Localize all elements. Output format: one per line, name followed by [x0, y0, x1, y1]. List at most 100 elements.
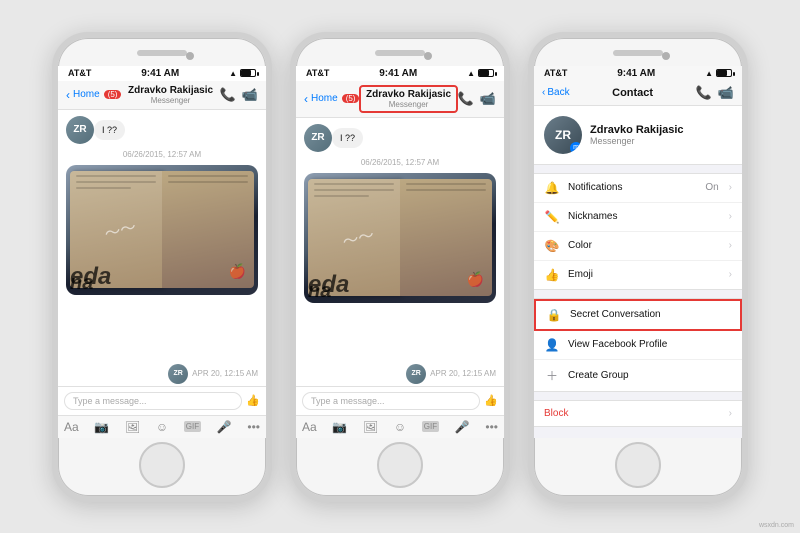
- nav-title-2[interactable]: Zdravko Rakijasic Messenger: [359, 85, 457, 113]
- screen-1: AT&T 9:41 AM ▲ ‹ Home (5) Zdravko Rakija…: [58, 66, 266, 438]
- video-call-icon-3[interactable]: 📹: [718, 85, 734, 101]
- phone-1: AT&T 9:41 AM ▲ ‹ Home (5) Zdravko Rakija…: [52, 32, 272, 502]
- nav-name-1: Zdravko Rakijasic: [128, 85, 213, 96]
- power-button-3[interactable]: [746, 146, 748, 194]
- placeholder-1: Type a message...: [73, 396, 147, 406]
- camera-icon-1[interactable]: 📷: [94, 420, 109, 434]
- nav-actions-2: 📞 📹: [458, 91, 496, 107]
- power-button[interactable]: [270, 146, 272, 194]
- volume-down-button-3[interactable]: [528, 164, 530, 192]
- nav-bar-2: ‹ Home (5) Zdravko Rakijasic Messenger 📞…: [296, 81, 504, 118]
- phone-3: AT&T 9:41 AM ▲ ‹ Back Contact 📞 📹 ZR m: [528, 32, 748, 502]
- chevron-right-icon-4: ›: [729, 269, 732, 280]
- battery-icon-3: [716, 69, 732, 77]
- more-icon-1[interactable]: •••: [247, 420, 260, 434]
- nav-sub-2: Messenger: [389, 100, 429, 109]
- gif-icon-2[interactable]: GIF: [422, 421, 439, 432]
- like-icon-2[interactable]: 👍: [484, 394, 498, 407]
- menu-view-profile[interactable]: 👤 View Facebook Profile: [534, 331, 742, 360]
- back-button-1[interactable]: ‹ Home (5): [66, 88, 121, 102]
- status-bar-3: AT&T 9:41 AM ▲: [534, 66, 742, 81]
- contact-header: ZR m Zdravko Rakijasic Messenger: [534, 106, 742, 165]
- contact-nav: ‹ Back Contact 📞 📹: [534, 81, 742, 106]
- chevron-right-icon-3: ›: [729, 240, 732, 251]
- timestamp-1: 06/26/2015, 12:57 AM: [58, 146, 266, 163]
- lock-icon: 🔒: [546, 308, 562, 322]
- message-input-2[interactable]: Type a message...: [302, 392, 480, 410]
- phone-call-icon-2[interactable]: 📞: [458, 91, 474, 107]
- volume-up-button-3[interactable]: [528, 128, 530, 156]
- chevron-left-icon-2: ‹: [304, 92, 308, 106]
- menu-section-3: Block ›: [534, 400, 742, 427]
- wifi-icon-2: ▲: [467, 69, 475, 78]
- book-right-page: 🍎: [162, 171, 254, 288]
- back-label-3: Back: [547, 87, 569, 98]
- volume-up-button[interactable]: [52, 128, 54, 156]
- avatar-initials-2: ZR: [304, 124, 332, 152]
- avatar-small-2: ZR: [406, 364, 426, 384]
- menu-create-group[interactable]: ＋ Create Group: [534, 360, 742, 391]
- menu-emoji[interactable]: 👍 Emoji ›: [534, 261, 742, 289]
- color-label: Color: [568, 240, 721, 251]
- contact-avatar: ZR m: [544, 116, 582, 154]
- emoji-icon: 👍: [544, 268, 560, 282]
- audio-icon-2[interactable]: 🎤: [455, 420, 470, 434]
- sticker-icon-1[interactable]: ☺: [156, 420, 168, 434]
- camera-icon-2[interactable]: 📷: [332, 420, 347, 434]
- avatar-small-1: ZR: [168, 364, 188, 384]
- text-overlay-4: na: [308, 280, 331, 303]
- toolbar-1: Aa 📷 🖼 ☺ GIF 🎤 •••: [58, 415, 266, 438]
- aa-icon-1[interactable]: Aa: [64, 420, 79, 434]
- back-button-2[interactable]: ‹ Home (5): [304, 92, 359, 106]
- chevron-right-icon-2: ›: [729, 211, 732, 222]
- nav-sub-1: Messenger: [151, 96, 191, 105]
- toolbar-2: Aa 📷 🖼 ☺ GIF 🎤 •••: [296, 415, 504, 438]
- watermark: wsxdn.com: [759, 522, 794, 529]
- photo-icon-2[interactable]: 🖼: [363, 420, 378, 434]
- input-bar-2: Type a message... 👍: [296, 386, 504, 415]
- text-overlay-2: na: [70, 272, 93, 295]
- chat-area-2: ZR I ?? 06/26/2015, 12:57 AM: [296, 118, 504, 386]
- menu-section-2: 🔒 Secret Conversation 👤 View Facebook Pr…: [534, 298, 742, 392]
- sticker-icon-2[interactable]: ☺: [394, 420, 406, 434]
- bell-icon: 🔔: [544, 181, 560, 195]
- phone-call-icon-3[interactable]: 📞: [696, 85, 712, 101]
- menu-nicknames[interactable]: ✏️ Nicknames ›: [534, 203, 742, 232]
- chat-bubble-2: I ??: [332, 128, 363, 148]
- contact-back-button[interactable]: ‹ Back: [542, 87, 570, 98]
- menu-notifications[interactable]: 🔔 Notifications On ›: [534, 174, 742, 203]
- back-label-1: Home: [73, 89, 100, 100]
- placeholder-2: Type a message...: [311, 396, 385, 406]
- menu-secret-conversation[interactable]: 🔒 Secret Conversation: [534, 299, 742, 331]
- video-call-icon-2[interactable]: 📹: [480, 91, 496, 107]
- photo-icon-1[interactable]: 🖼: [125, 420, 140, 434]
- notifications-value: On: [705, 182, 718, 193]
- more-icon-2[interactable]: •••: [485, 420, 498, 434]
- secret-conversation-label: Secret Conversation: [570, 309, 730, 320]
- menu-block[interactable]: Block ›: [534, 401, 742, 426]
- video-call-icon-1[interactable]: 📹: [242, 87, 258, 103]
- volume-up-button-2[interactable]: [290, 128, 292, 156]
- chevron-back-icon: ‹: [542, 87, 545, 98]
- timestamp-row-1: ZR APR 20, 12:15 AM: [58, 362, 266, 386]
- volume-down-button[interactable]: [52, 164, 54, 192]
- phone-call-icon-1[interactable]: 📞: [220, 87, 236, 103]
- chevron-left-icon: ‹: [66, 88, 70, 102]
- gif-icon-1[interactable]: GIF: [184, 421, 201, 432]
- chevron-right-icon-1: ›: [729, 182, 732, 193]
- power-button-2[interactable]: [508, 146, 510, 194]
- menu-color[interactable]: 🎨 Color ›: [534, 232, 742, 261]
- like-icon-1[interactable]: 👍: [246, 394, 260, 407]
- message-text-1: I ??: [102, 125, 117, 135]
- aa-icon-2[interactable]: Aa: [302, 420, 317, 434]
- timestamp-2: 06/26/2015, 12:57 AM: [296, 154, 504, 171]
- avatar-1: ZR: [66, 116, 94, 144]
- nav-bar-1: ‹ Home (5) Zdravko Rakijasic Messenger 📞…: [58, 81, 266, 110]
- audio-icon-1[interactable]: 🎤: [217, 420, 232, 434]
- volume-down-button-2[interactable]: [290, 164, 292, 192]
- apple-logo-2: 🍎: [467, 271, 484, 288]
- message-input-1[interactable]: Type a message...: [64, 392, 242, 410]
- camera-dot: [186, 52, 194, 60]
- contact-screen: AT&T 9:41 AM ▲ ‹ Back Contact 📞 📹 ZR m: [534, 66, 742, 438]
- menu-section-1: 🔔 Notifications On › ✏️ Nicknames › 🎨 Co…: [534, 173, 742, 290]
